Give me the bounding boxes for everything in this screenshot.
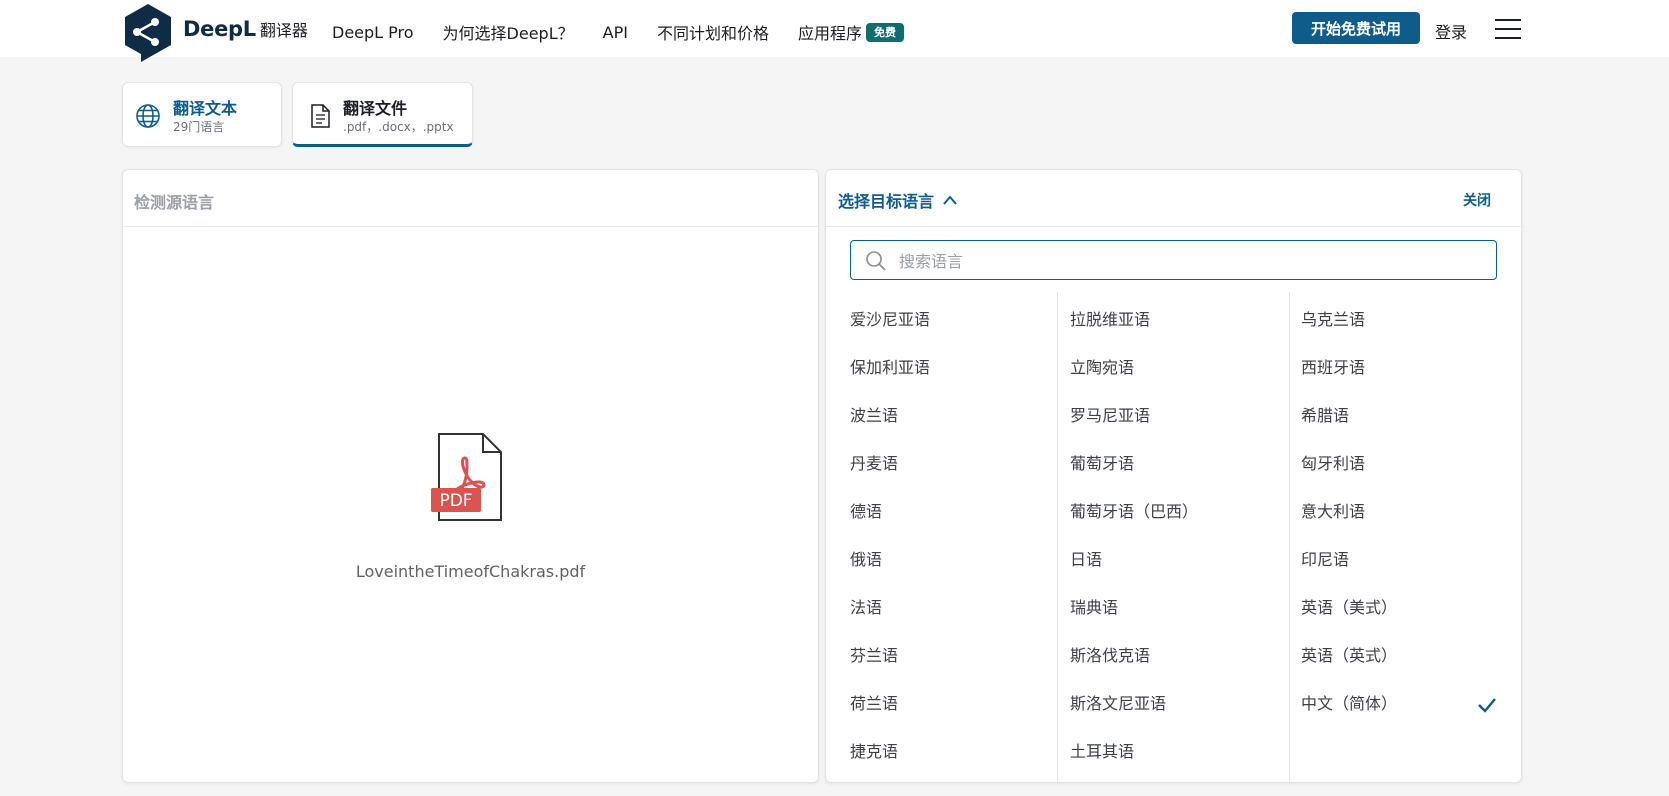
lang-slovak[interactable]: 斯洛伐克语 xyxy=(1070,642,1150,666)
lang-czech[interactable]: 捷克语 xyxy=(850,738,898,762)
nav-deepl-pro[interactable]: DeepL Pro xyxy=(332,23,414,42)
lang-indonesian[interactable]: 印尼语 xyxy=(1301,546,1349,570)
nav-apps[interactable]: 应用程序 免费 xyxy=(798,20,904,44)
lang-english-us[interactable]: 英语（美式） xyxy=(1301,594,1397,618)
lang-portuguese-brazil[interactable]: 葡萄牙语（巴西） xyxy=(1070,498,1198,522)
detect-source-language[interactable]: 检测源语言 xyxy=(134,189,214,213)
column-divider xyxy=(1057,292,1058,782)
pdf-label: PDF xyxy=(439,491,472,511)
nav-why-deepl[interactable]: 为何选择DeepL？ xyxy=(443,20,574,44)
tab-translate-text[interactable]: 翻译文本 29门语言 xyxy=(122,82,282,147)
lang-russian[interactable]: 俄语 xyxy=(850,546,882,570)
lang-dutch[interactable]: 荷兰语 xyxy=(850,690,898,714)
tab-translate-file-title: 翻译文件 xyxy=(343,99,408,118)
brand-subtitle: 翻译器 xyxy=(259,21,308,40)
nav-api[interactable]: API xyxy=(603,23,628,42)
lang-bulgarian[interactable]: 保加利亚语 xyxy=(850,354,930,378)
chevron-up-icon xyxy=(943,195,957,205)
lang-turkish[interactable]: 土耳其语 xyxy=(1070,738,1134,762)
target-panel-header: 选择目标语言 关闭 xyxy=(826,170,1521,227)
lang-slovenian[interactable]: 斯洛文尼亚语 xyxy=(1070,690,1166,714)
tab-translate-text-title: 翻译文本 xyxy=(173,99,238,118)
lang-greek[interactable]: 希腊语 xyxy=(1301,402,1349,426)
lang-estonian[interactable]: 爱沙尼亚语 xyxy=(850,306,930,330)
lang-chinese-simplified[interactable]: 中文（简体） xyxy=(1301,690,1397,714)
free-badge: 免费 xyxy=(865,22,904,42)
tab-translate-text-subtitle: 29门语言 xyxy=(173,120,225,134)
deepl-logo[interactable] xyxy=(121,2,175,66)
lang-japanese[interactable]: 日语 xyxy=(1070,546,1102,570)
globe-icon xyxy=(136,104,160,128)
lang-ukrainian[interactable]: 乌克兰语 xyxy=(1301,306,1365,330)
lang-hungarian[interactable]: 匈牙利语 xyxy=(1301,450,1365,474)
column-divider xyxy=(1289,292,1290,782)
language-search-box[interactable] xyxy=(850,240,1497,280)
lang-english-uk[interactable]: 英语（英式） xyxy=(1301,642,1397,666)
top-header: DeepL 翻译器 DeepL Pro 为何选择DeepL？ API 不同计划和… xyxy=(0,0,1669,62)
check-icon xyxy=(1478,698,1496,713)
source-panel-header: 检测源语言 xyxy=(123,170,818,227)
document-icon xyxy=(311,104,330,128)
nav-apps-label: 应用程序 xyxy=(797,24,862,43)
tab-translate-file[interactable]: 翻译文件 .pdf，.docx，.pptx xyxy=(292,82,473,147)
lang-romanian[interactable]: 罗马尼亚语 xyxy=(1070,402,1150,426)
lang-latvian[interactable]: 拉脱维亚语 xyxy=(1070,306,1150,330)
lang-danish[interactable]: 丹麦语 xyxy=(850,450,898,474)
select-target-language-label: 选择目标语言 xyxy=(838,192,935,211)
tab-translate-file-subtitle: .pdf，.docx，.pptx xyxy=(343,120,454,134)
lang-french[interactable]: 法语 xyxy=(850,594,882,618)
login-link[interactable]: 登录 xyxy=(1435,19,1467,43)
close-button[interactable]: 关闭 xyxy=(1463,190,1491,210)
source-panel: 检测源语言 PDF LoveintheTimeofChakras.pdf xyxy=(122,169,819,783)
lang-italian[interactable]: 意大利语 xyxy=(1301,498,1365,522)
lang-polish[interactable]: 波兰语 xyxy=(850,402,898,426)
brand[interactable]: DeepL 翻译器 xyxy=(183,17,308,41)
main-nav: DeepL Pro 为何选择DeepL？ API 不同计划和价格 应用程序 免费 xyxy=(332,20,904,44)
select-target-language[interactable]: 选择目标语言 xyxy=(838,188,958,212)
hamburger-menu-icon[interactable] xyxy=(1495,19,1521,39)
lang-spanish[interactable]: 西班牙语 xyxy=(1301,354,1365,378)
lang-lithuanian[interactable]: 立陶宛语 xyxy=(1070,354,1134,378)
search-icon xyxy=(866,251,886,271)
start-free-trial-button[interactable]: 开始免费试用 xyxy=(1292,12,1420,44)
lang-finnish[interactable]: 芬兰语 xyxy=(850,642,898,666)
language-search-input[interactable] xyxy=(899,249,1479,273)
uploaded-file-name: LoveintheTimeofChakras.pdf xyxy=(355,562,586,581)
lang-portuguese[interactable]: 葡萄牙语 xyxy=(1070,450,1134,474)
pdf-icon: PDF xyxy=(431,433,502,521)
nav-plans-pricing[interactable]: 不同计划和价格 xyxy=(657,20,769,44)
brand-name: DeepL xyxy=(183,17,256,41)
target-language-panel: 选择目标语言 关闭 爱沙尼亚语 保加利亚语 波兰语 丹麦语 德语 俄语 法语 芬… xyxy=(825,169,1522,783)
lang-swedish[interactable]: 瑞典语 xyxy=(1070,594,1118,618)
lang-german[interactable]: 德语 xyxy=(850,498,882,522)
